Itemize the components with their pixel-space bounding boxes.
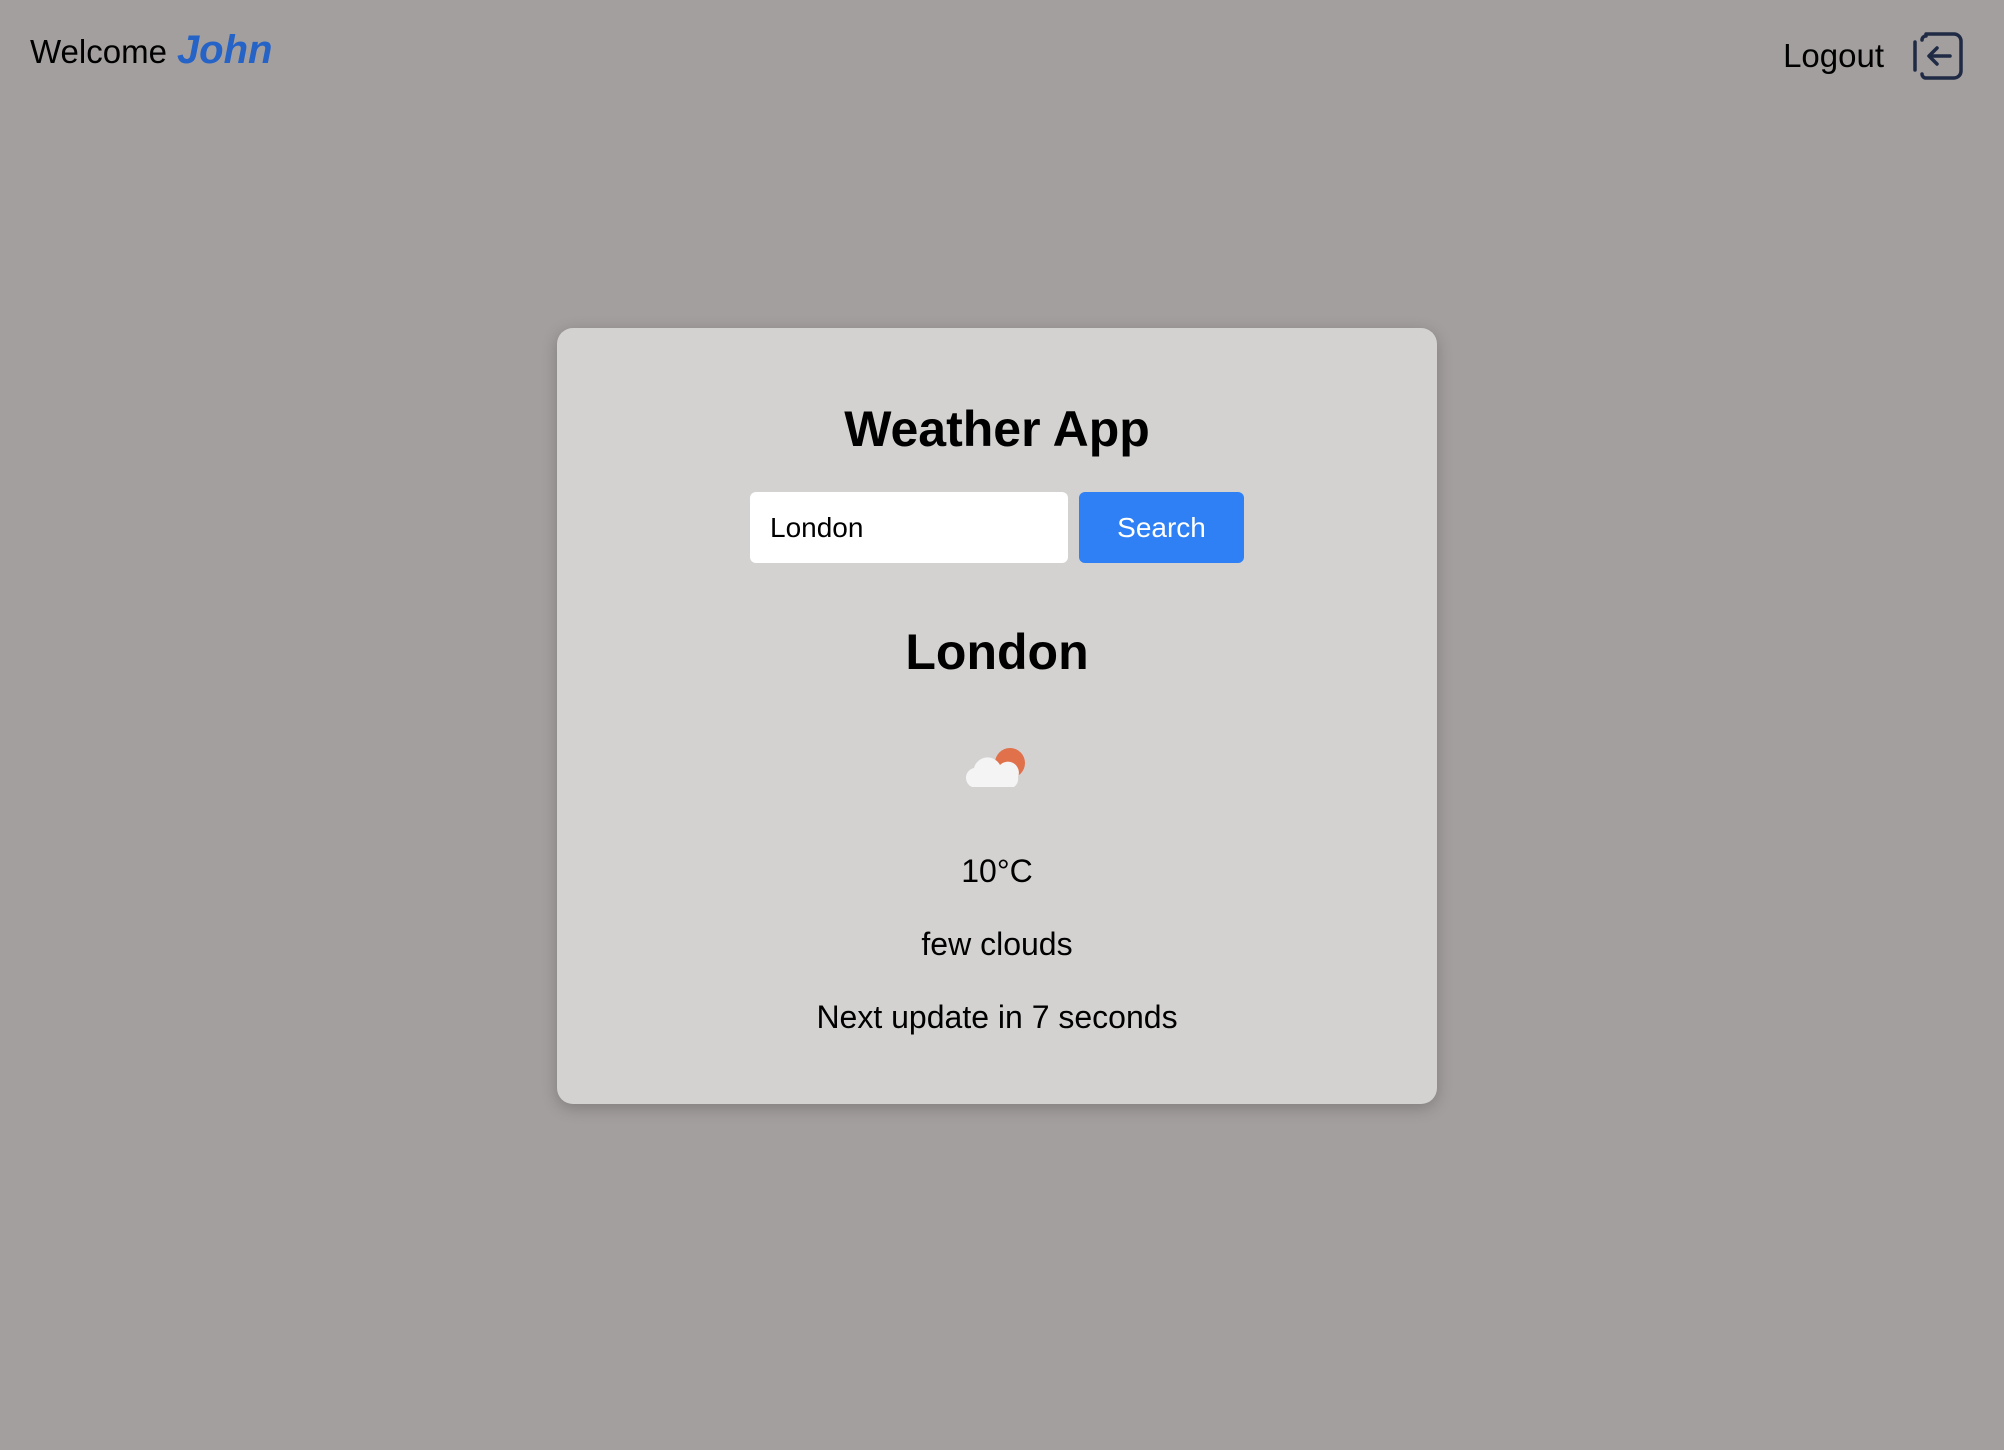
city-name: London [905, 624, 1089, 680]
logout-button[interactable]: Logout [1783, 28, 1964, 84]
app-title: Weather App [844, 401, 1150, 457]
few-clouds-icon [965, 748, 1025, 787]
username: John [176, 28, 273, 72]
logout-icon[interactable] [1910, 28, 1964, 84]
search-button[interactable]: Search [1079, 492, 1244, 563]
temperature: 10°C [961, 853, 1033, 889]
search-row: Search [750, 492, 1244, 563]
welcome-text: Welcome [30, 33, 167, 70]
next-update-countdown: Next update in 7 seconds [816, 999, 1178, 1035]
weather-description: few clouds [921, 926, 1073, 962]
city-search-input[interactable] [750, 492, 1068, 563]
welcome-banner: Welcome John [30, 28, 272, 73]
weather-card: Weather App Search London 10°C few cloud… [557, 328, 1437, 1104]
logout-label: Logout [1783, 37, 1884, 74]
